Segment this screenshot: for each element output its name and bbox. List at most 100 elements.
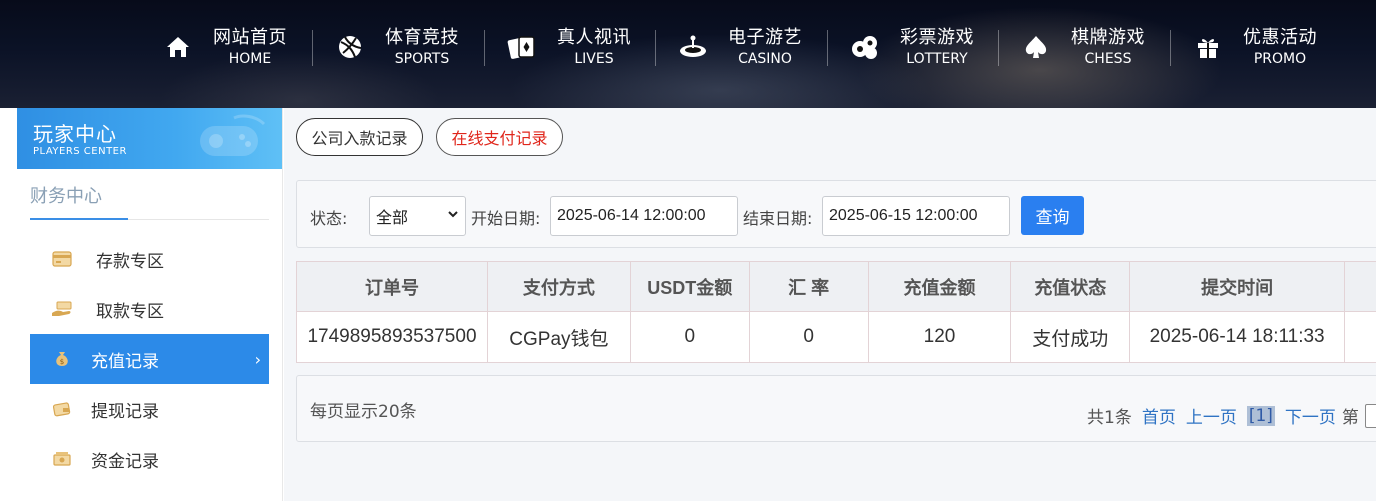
gamepad-icon xyxy=(200,114,266,156)
recharge-status-cell: 支付成功 xyxy=(1010,311,1131,363)
column-header: 订单号 xyxy=(296,261,488,312)
tab-online-payment-records[interactable]: 在线支付记录 xyxy=(436,118,563,156)
sidebar-item-label: 资金记录 xyxy=(91,451,159,472)
start-date-label: 开始日期: xyxy=(471,209,541,228)
cash-icon xyxy=(50,447,74,471)
nav-label-en: CHESS xyxy=(1084,51,1132,67)
filter-bar: 状态: 全部 开始日期: 2025-06-14 12:00:00 结束日期: 2… xyxy=(296,180,1376,248)
nav-item-sports[interactable]: 体育竞技 SPORTS xyxy=(335,22,459,72)
recharge-amount-cell: 120 xyxy=(867,311,1012,363)
sidebar-item-withdrawal-records[interactable]: 提现记录 xyxy=(30,384,269,434)
exchange-rate-cell: 0 xyxy=(748,311,869,363)
order-number-cell: 1749895893537500 xyxy=(296,311,488,363)
nav-label-zh: 电子游艺 xyxy=(728,27,802,48)
nav-label-en: SPORTS xyxy=(394,51,450,67)
nav-label-zh: 优惠活动 xyxy=(1243,27,1317,48)
nav-divider xyxy=(827,30,828,66)
nav-divider xyxy=(312,30,313,66)
nav-label-en: LOTTERY xyxy=(906,51,968,67)
column-header: 充值状态 xyxy=(1010,261,1131,312)
column-header: USDT金额 xyxy=(629,261,750,312)
wallet-icon xyxy=(50,397,74,421)
pagination: 共1条 首页 上一页 [1] 下一页 第 xyxy=(1087,403,1376,428)
nav-divider xyxy=(1170,30,1171,66)
nav-label-en: PROMO xyxy=(1253,51,1307,67)
sidebar-item-label: 提现记录 xyxy=(91,401,159,422)
current-page: [1] xyxy=(1246,405,1275,426)
ball-icon xyxy=(335,32,365,62)
lottery-balls-icon xyxy=(850,32,880,62)
nav-divider xyxy=(655,30,656,66)
withdraw-hand-icon xyxy=(50,297,74,321)
chevron-right-icon: › xyxy=(254,349,261,369)
column-header: 充值金额 xyxy=(867,261,1012,312)
column-header: 支付方式 xyxy=(486,261,631,312)
status-select[interactable]: 全部 xyxy=(369,196,466,236)
nav-item-casino[interactable]: 电子游艺 CASINO xyxy=(678,22,802,72)
sidebar-item-recharge-records[interactable]: $ 充值记录 › xyxy=(30,334,269,384)
nav-item-lottery[interactable]: 彩票游戏 LOTTERY xyxy=(850,22,974,72)
column-header xyxy=(1344,261,1376,312)
nav-label-en: LIVES xyxy=(574,51,614,67)
table-header-row: 订单号 支付方式 USDT金额 汇 率 充值金额 充值状态 提交时间 xyxy=(296,261,1376,312)
per-page-text: 每页显示20条 xyxy=(310,402,417,422)
money-bag-icon: $ xyxy=(50,347,74,371)
sidebar-menu: 存款专区 取款专区 $ 充值记录 › 提现记录 资金记录 xyxy=(17,234,282,484)
sidebar-title: 玩家中心 xyxy=(33,122,117,146)
usdt-amount-cell: 0 xyxy=(629,311,750,363)
sidebar-item-deposit[interactable]: 存款专区 xyxy=(30,234,269,284)
first-page-link[interactable]: 首页 xyxy=(1142,403,1176,428)
end-date-input[interactable]: 2025-06-15 12:00:00 xyxy=(822,196,1010,236)
spade-icon xyxy=(1021,32,1051,62)
pagination-bar: 每页显示20条 共1条 首页 上一页 [1] 下一页 第 xyxy=(296,375,1376,442)
sidebar-subtitle: PLAYERS CENTER xyxy=(33,146,127,157)
end-date-label: 结束日期: xyxy=(743,209,813,228)
submit-time-cell: 2025-06-14 18:11:33 xyxy=(1129,311,1346,363)
chevron-down-icon xyxy=(447,208,459,223)
finance-center-section: 财务中心 xyxy=(30,169,269,220)
next-page-link[interactable]: 下一页 xyxy=(1285,403,1336,428)
payment-method-cell: CGPay钱包 xyxy=(486,311,631,363)
sidebar-item-label: 充值记录 xyxy=(91,351,159,372)
section-underline xyxy=(30,218,128,220)
total-count: 共1条 xyxy=(1087,408,1132,428)
prev-page-link[interactable]: 上一页 xyxy=(1186,403,1237,428)
nav-divider xyxy=(484,30,485,66)
start-date-input[interactable]: 2025-06-14 12:00:00 xyxy=(550,196,738,236)
main-content: 公司入款记录 在线支付记录 状态: 全部 开始日期: 2025-06-14 12… xyxy=(284,108,1376,501)
page-prefix: 第 xyxy=(1341,408,1359,428)
gift-icon xyxy=(1193,32,1223,62)
nav-item-promo[interactable]: 优惠活动 PROMO xyxy=(1193,22,1317,72)
nav-label-zh: 真人视讯 xyxy=(557,27,631,48)
page-jump-input[interactable] xyxy=(1364,403,1376,428)
query-button[interactable]: 查询 xyxy=(1021,196,1084,235)
sidebar: 玩家中心 PLAYERS CENTER 财务中心 存款专区 取款专区 $ 充值记… xyxy=(17,108,283,501)
nav-label-zh: 网站首页 xyxy=(213,27,287,48)
nav-item-chess[interactable]: 棋牌游戏 CHESS xyxy=(1021,22,1145,72)
sidebar-item-withdraw[interactable]: 取款专区 xyxy=(30,284,269,334)
extra-cell xyxy=(1344,311,1376,363)
records-table: 订单号 支付方式 USDT金额 汇 率 充值金额 充值状态 提交时间 17498… xyxy=(296,261,1376,363)
nav-label-zh: 体育竞技 xyxy=(385,27,459,48)
status-label: 状态: xyxy=(310,209,348,228)
status-select-value: 全部 xyxy=(376,208,409,227)
nav-label-zh: 彩票游戏 xyxy=(900,27,974,48)
column-header: 汇 率 xyxy=(748,261,869,312)
players-center-header: 玩家中心 PLAYERS CENTER xyxy=(17,108,282,169)
cards-icon xyxy=(507,32,537,62)
nav-divider xyxy=(998,30,999,66)
nav-label-en: HOME xyxy=(228,51,272,67)
column-header: 提交时间 xyxy=(1129,261,1346,312)
table-row: 1749895893537500 CGPay钱包 0 0 120 支付成功 20… xyxy=(296,311,1376,363)
section-title: 财务中心 xyxy=(30,186,102,207)
card-icon xyxy=(50,247,74,271)
nav-item-home[interactable]: 网站首页 HOME xyxy=(163,22,287,72)
nav-label-en: CASINO xyxy=(738,51,792,67)
svg-text:$: $ xyxy=(60,358,64,366)
tab-company-deposit-records[interactable]: 公司入款记录 xyxy=(296,118,423,156)
sidebar-item-label: 取款专区 xyxy=(96,301,164,322)
nav-item-lives[interactable]: 真人视讯 LIVES xyxy=(507,22,631,72)
roulette-icon xyxy=(678,32,708,62)
nav-label-zh: 棋牌游戏 xyxy=(1071,27,1145,48)
sidebar-item-fund-records[interactable]: 资金记录 xyxy=(30,434,269,484)
